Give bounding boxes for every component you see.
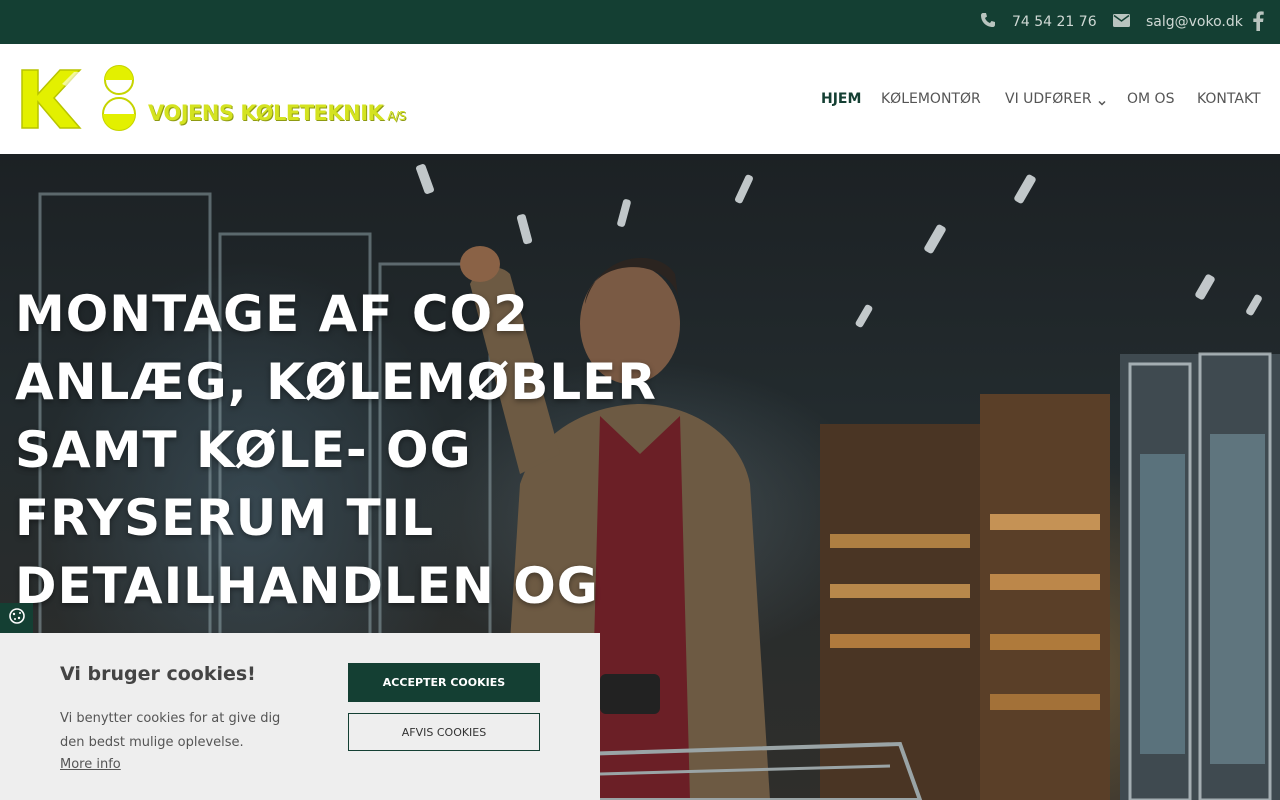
top-bar: 74 54 21 76 salg@voko.dk — [0, 0, 1280, 44]
nav-om-os[interactable]: OM OS — [1127, 88, 1174, 110]
logo-suffix: A/S — [387, 109, 406, 123]
phone-contact[interactable]: 74 54 21 76 — [980, 0, 1097, 44]
cookie-icon — [8, 607, 26, 629]
nav-vi-udforer-label: VI UDFØRER — [1005, 91, 1092, 107]
facebook-icon[interactable] — [1252, 11, 1266, 33]
cookie-title: Vi bruger cookies! — [60, 663, 256, 685]
nav-vi-udforer[interactable]: VI UDFØRER — [1005, 88, 1106, 110]
phone-number: 74 54 21 76 — [1012, 14, 1097, 30]
email-address: salg@voko.dk — [1146, 14, 1243, 30]
site-header: VOJENS KØLETEKNIK A/S HJEM KØLEMONTØR VI … — [0, 44, 1280, 154]
logo-text[interactable]: VOJENS KØLETEKNIK A/S — [148, 101, 406, 125]
hero-title: MONTAGE AF CO2 ANLÆG, KØLEMØBLER SAMT KØ… — [15, 285, 657, 683]
cookie-settings-button[interactable] — [0, 603, 33, 633]
cookie-text: Vi benytter cookies for at give dig den … — [60, 711, 281, 750]
logo[interactable] — [18, 64, 138, 134]
accept-cookies-button[interactable]: ACCEPTER COOKIES — [348, 663, 540, 702]
decline-cookies-button[interactable]: AFVIS COOKIES — [348, 713, 540, 751]
cookie-banner: Vi bruger cookies! Vi benytter cookies f… — [0, 633, 600, 800]
nav-kolemontor[interactable]: KØLEMONTØR — [881, 88, 981, 110]
phone-icon — [980, 12, 996, 32]
nav-hjem[interactable]: HJEM — [821, 88, 861, 110]
email-contact[interactable]: salg@voko.dk — [1113, 0, 1243, 44]
chevron-down-icon — [1098, 95, 1106, 106]
envelope-icon — [1113, 13, 1130, 31]
logo-name: VOJENS KØLETEKNIK — [148, 101, 384, 125]
nav-kontakt[interactable]: KONTAKT — [1197, 88, 1261, 110]
more-info-link[interactable]: More info — [60, 757, 121, 772]
